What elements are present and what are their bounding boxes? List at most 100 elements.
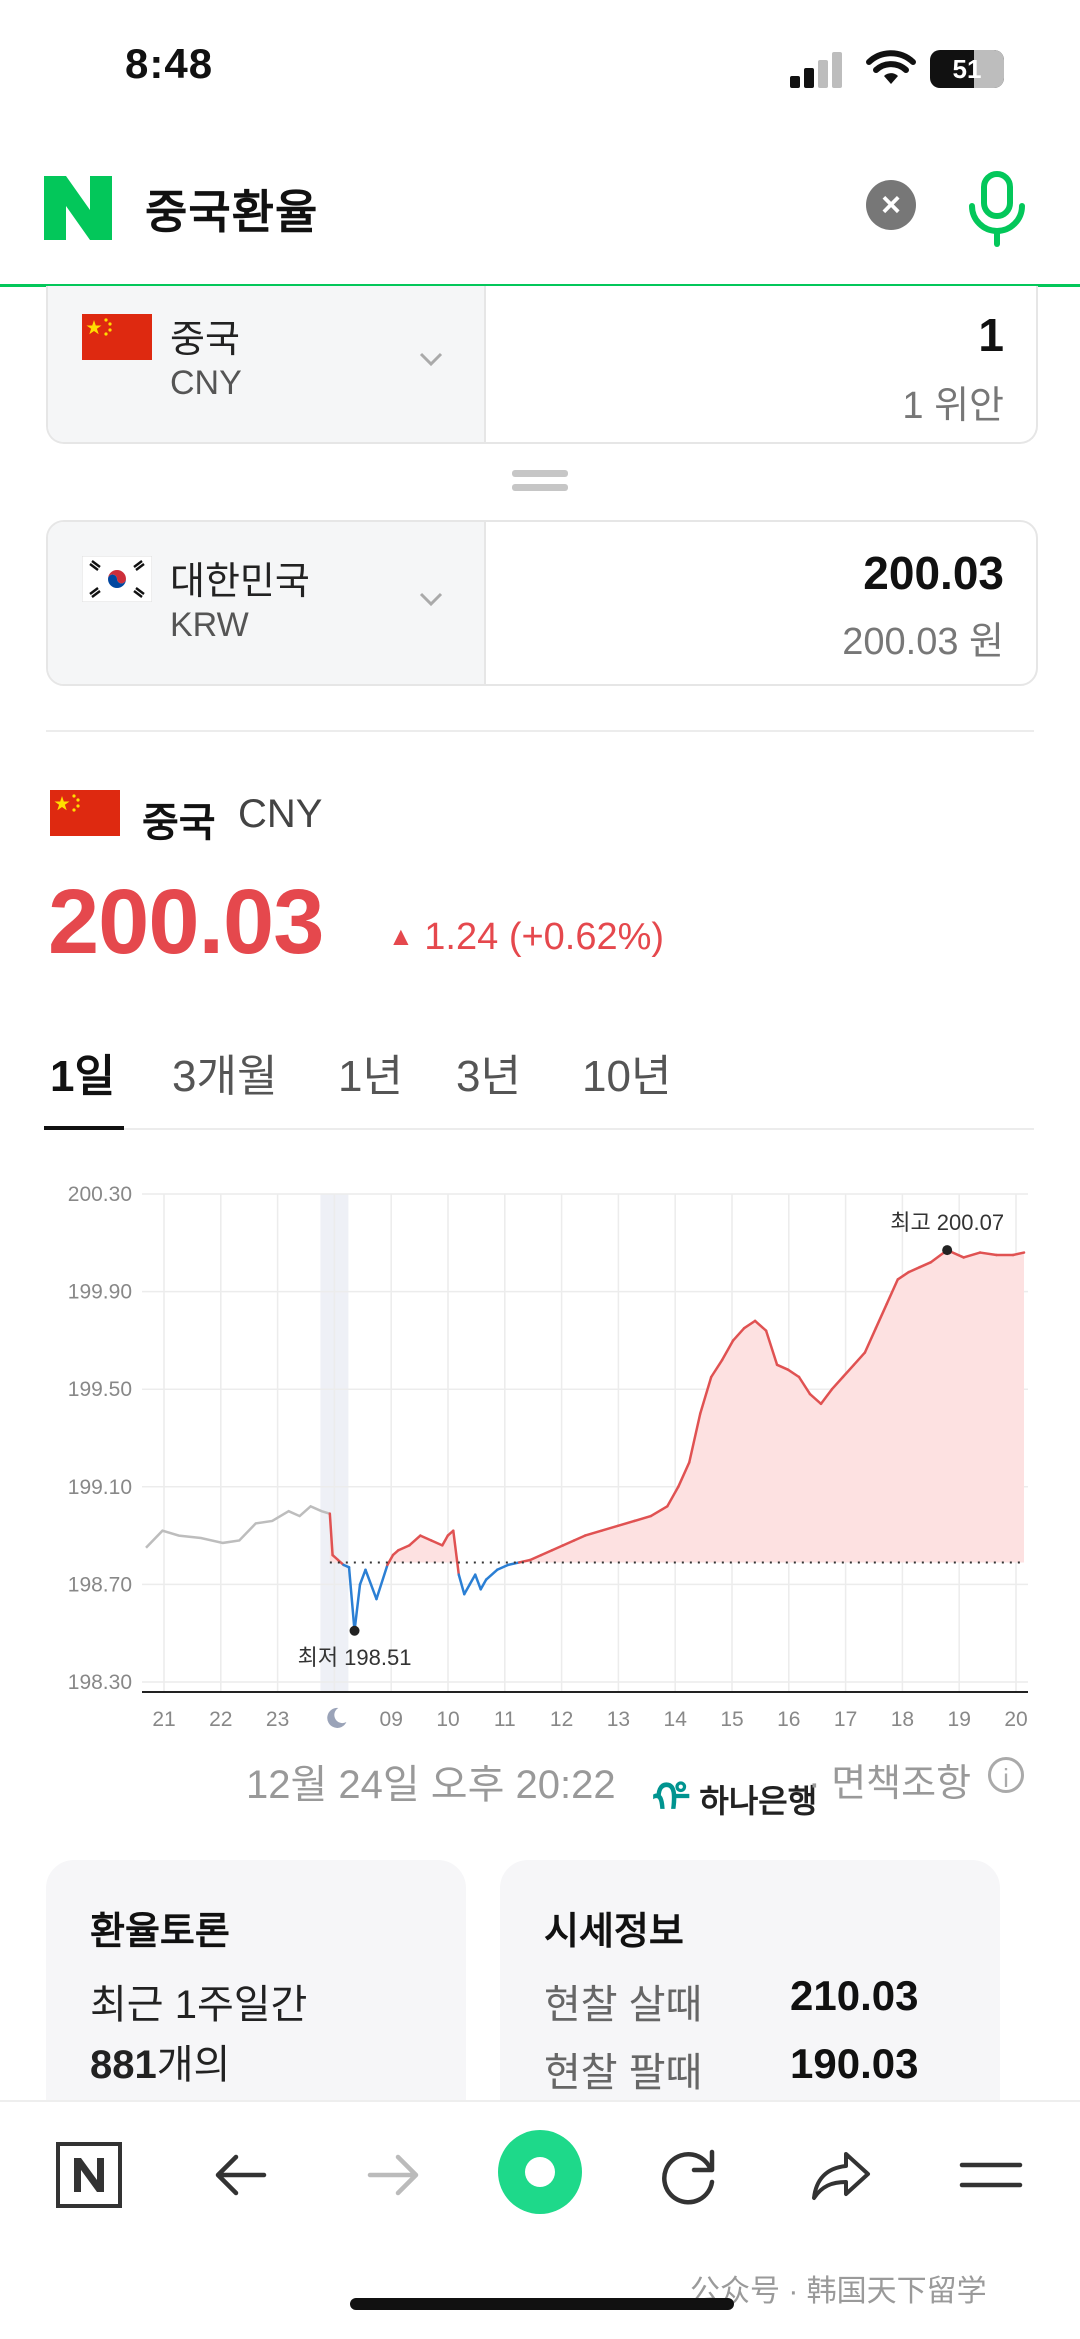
forum-card-line: 최근 1주일간	[90, 1983, 308, 2027]
moon-icon	[327, 1707, 347, 1728]
back-arrow-icon[interactable]	[204, 2138, 278, 2212]
active-tab-indicator	[44, 1126, 124, 1130]
tab-3years[interactable]: 3년	[456, 1040, 521, 1104]
korea-flag-icon	[82, 556, 152, 602]
converter-to: 대한민국 KRW 200.03 200.03 원	[46, 520, 1038, 686]
currency-code: KRW	[170, 606, 249, 644]
x-tick-label: 16	[777, 1708, 800, 1730]
info-icon[interactable]: i	[988, 1757, 1024, 1793]
watermark: 公众号 · 韩国天下留学	[690, 2275, 987, 2308]
x-tick-label: 19	[948, 1708, 971, 1730]
x-tick-label: 09	[380, 1708, 403, 1730]
currency-select-to[interactable]: 대한민국 KRW	[48, 522, 486, 684]
max-label: 최고 200.07	[890, 1210, 1004, 1235]
x-tick-label: 13	[607, 1708, 630, 1730]
y-tick-label: 199.50	[68, 1378, 132, 1401]
tab-1day[interactable]: 1일	[50, 1040, 115, 1104]
rate-change-text: 1.24 (+0.62%)	[424, 916, 665, 958]
series-line-segment	[474, 1573, 482, 1591]
chevron-down-icon	[419, 352, 443, 367]
share-icon[interactable]	[804, 2138, 878, 2212]
tab-divider	[44, 1128, 1034, 1130]
tab-1year[interactable]: 1년	[338, 1040, 403, 1104]
y-tick-label: 199.10	[68, 1476, 132, 1499]
menu-icon[interactable]	[954, 2138, 1028, 2212]
quote-value: 210.03	[790, 1972, 919, 2019]
currency-code: CNY	[170, 364, 242, 402]
quote-value: 190.03	[790, 2040, 919, 2087]
rate-country: 중국	[142, 801, 216, 845]
amount-input-to[interactable]: 200.03	[863, 546, 1004, 600]
rate-change: ▲ 1.24 (+0.62%)	[388, 916, 664, 959]
refresh-icon[interactable]	[652, 2138, 726, 2212]
forum-card-count-line: 881개의	[90, 2032, 230, 2090]
x-tick-label: 15	[720, 1708, 743, 1730]
quote-label: 현찰 팔때	[544, 2051, 703, 2095]
amount-input-from[interactable]: 1	[978, 308, 1004, 362]
battery-icon: 51	[930, 50, 1004, 88]
x-tick-label: 18	[891, 1708, 914, 1730]
series-line-segment	[375, 1563, 389, 1601]
triangle-up-icon: ▲	[388, 921, 414, 951]
forum-count-suffix: 개의	[156, 2043, 231, 2087]
min-label: 최저 198.51	[298, 1645, 412, 1670]
min-marker	[349, 1625, 360, 1636]
china-flag-icon	[82, 314, 152, 360]
rate-code: CNY	[238, 792, 323, 836]
equals-icon	[512, 470, 568, 492]
currency-select-from[interactable]: 중국 CNY	[48, 286, 486, 442]
currency-name: 대한민국	[170, 561, 310, 603]
status-time: 8:48	[125, 40, 214, 87]
provider-name: 하나은행	[699, 1783, 818, 1819]
battery-level: 51	[952, 54, 982, 84]
x-tick-label: 17	[834, 1708, 857, 1730]
max-marker	[942, 1245, 953, 1256]
exchange-rate-chart[interactable]: 200.30 199.90 199.50 199.10 198.70 198.30 21 22…	[46, 1170, 1036, 1730]
chevron-down-icon	[419, 592, 443, 607]
amount-text-from: 1 위안	[902, 385, 1004, 427]
updated-time: 12월 24일 오후 20:22	[246, 1763, 616, 1807]
amount-text-to: 200.03 원	[842, 621, 1004, 663]
series-line-segment	[463, 1583, 472, 1596]
naver-logo-icon[interactable]	[44, 176, 112, 240]
series-line-segment	[358, 1568, 367, 1586]
forward-arrow-icon[interactable]	[356, 2138, 430, 2212]
y-tick-label: 198.30	[68, 1671, 132, 1694]
forum-post-count: 881	[90, 2043, 157, 2087]
series-line-segment	[484, 1568, 499, 1581]
y-tick-label: 198.70	[68, 1573, 132, 1596]
hana-bank-icon: ᡥ	[652, 1777, 691, 1821]
microphone-icon[interactable]	[962, 168, 1032, 248]
china-flag-icon	[50, 790, 120, 836]
naver-home-icon[interactable]	[52, 2138, 126, 2212]
currency-name: 중국	[170, 319, 240, 361]
x-tick-label: 11	[494, 1708, 516, 1730]
tab-10years[interactable]: 10년	[582, 1040, 671, 1104]
provider-logo: ᡥ 하나은행	[652, 1754, 817, 1824]
area-fill	[329, 1250, 1024, 1563]
x-tick-label: 22	[209, 1708, 232, 1730]
series-line-segment	[506, 1561, 521, 1567]
green-dot-icon[interactable]	[496, 2128, 584, 2216]
y-tick-label: 200.30	[68, 1183, 132, 1206]
quote-card-title: 시세정보	[544, 1911, 684, 1953]
series-line-segment	[495, 1563, 510, 1572]
tab-3months[interactable]: 3개월	[172, 1040, 277, 1104]
section-divider	[46, 730, 1034, 732]
series-line-prior	[145, 1504, 331, 1549]
forum-card-title: 환율토론	[90, 1911, 230, 1953]
x-tick-label: 23	[266, 1708, 289, 1730]
search-input[interactable]: 중국환율	[145, 176, 318, 242]
x-tick-label: 12	[550, 1708, 573, 1730]
y-tick-label: 199.90	[68, 1281, 132, 1304]
disclaimer-link[interactable]: · 면책조항	[808, 1752, 971, 1807]
signal-icon	[790, 52, 846, 88]
series-line-segment	[347, 1566, 356, 1633]
x-tick-label: 10	[436, 1708, 459, 1730]
wifi-icon	[866, 50, 916, 84]
clear-search-button[interactable]: ×	[866, 180, 916, 230]
x-tick-label: 14	[664, 1708, 688, 1730]
series-line-segment	[468, 1573, 477, 1586]
home-indicator	[350, 2298, 734, 2310]
quote-label: 현찰 살때	[544, 1983, 703, 2027]
